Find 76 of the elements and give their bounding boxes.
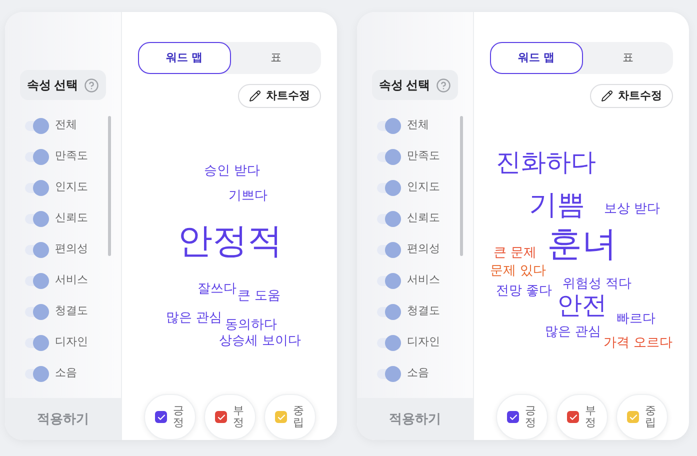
cloud-word[interactable]: 문제 있다 — [490, 264, 546, 276]
cloud-word[interactable]: 기쁘다 — [228, 188, 268, 202]
cloud-word[interactable]: 기쁨 — [529, 191, 585, 219]
pencil-icon — [601, 90, 613, 102]
edit-chart-button[interactable]: 차트수정 — [238, 84, 321, 108]
legend-filter[interactable]: 부정 — [556, 394, 608, 440]
toggle-switch[interactable] — [377, 338, 401, 348]
legend-filter[interactable]: 부정 — [204, 394, 256, 440]
attribute-label: 신뢰도 — [407, 211, 440, 226]
cloud-word[interactable]: 큰 도움 — [238, 288, 280, 302]
cloud-word[interactable]: 승인 받다 — [204, 164, 260, 176]
cloud-word[interactable]: 훈녀 — [547, 226, 617, 262]
legend-filter[interactable]: 긍정 — [144, 394, 196, 440]
cloud-word[interactable]: 많은 관심 — [545, 324, 601, 338]
cloud-word[interactable]: 상승세 보이다 — [219, 334, 301, 346]
toggle-switch[interactable] — [25, 182, 49, 192]
cloud-word[interactable]: 보상 받다 — [604, 202, 660, 214]
legend-filter[interactable]: 중립 — [616, 394, 668, 440]
cloud-word[interactable]: 많은 관심 — [166, 310, 222, 324]
cloud-word[interactable]: 위험성 적다 — [562, 276, 632, 290]
toggle-switch[interactable] — [377, 182, 401, 192]
edit-chart-button[interactable]: 차트수정 — [590, 84, 673, 108]
attribute-label: 서비스 — [407, 273, 440, 288]
toggle-switch[interactable] — [377, 368, 401, 378]
attribute-label: 디자인 — [407, 335, 440, 350]
attribute-header-title: 속성 선택 — [26, 77, 78, 94]
attribute-label: 청결도 — [55, 304, 88, 320]
toggle-switch[interactable] — [377, 306, 401, 316]
attribute-label: 만족도 — [407, 149, 440, 164]
cloud-word[interactable]: 안전 — [557, 294, 607, 318]
cloud-word[interactable]: 잘쓰다 — [198, 282, 236, 294]
toggle-switch[interactable] — [25, 152, 49, 162]
attribute-label: 전체 — [407, 118, 429, 134]
view-tab[interactable]: 워드 맵 — [490, 42, 582, 74]
toggle-switch[interactable] — [25, 214, 49, 224]
cloud-word[interactable]: 진화하다 — [496, 150, 596, 176]
scrollbar[interactable] — [108, 116, 111, 256]
legend-filter[interactable]: 중립 — [264, 394, 316, 440]
attribute-label: 소음 — [407, 366, 429, 382]
toggle-switch[interactable] — [25, 276, 49, 286]
attribute-label: 인지도 — [55, 180, 88, 196]
cloud-word[interactable]: 안정적 — [178, 224, 282, 258]
legend-filter[interactable]: 긍정 — [496, 394, 548, 440]
attribute-label: 서비스 — [55, 273, 88, 288]
toggle-switch[interactable] — [377, 276, 401, 286]
cloud-word[interactable]: 빠르다 — [616, 312, 656, 324]
toggle-switch[interactable] — [377, 120, 401, 130]
attribute-label: 청결도 — [407, 304, 440, 320]
toggle-switch[interactable] — [25, 306, 49, 316]
pencil-icon — [249, 90, 261, 102]
help-icon[interactable] — [84, 78, 100, 92]
toggle-switch[interactable] — [377, 152, 401, 162]
toggle-switch[interactable] — [377, 244, 401, 254]
view-tab[interactable]: 표 — [230, 42, 321, 74]
toggle-switch[interactable] — [25, 244, 49, 254]
help-icon[interactable] — [436, 78, 452, 92]
toggle-switch[interactable] — [377, 214, 401, 224]
cloud-word[interactable]: 큰 문제 — [494, 246, 536, 258]
view-tab[interactable]: 워드 맵 — [138, 42, 230, 74]
attribute-label: 소음 — [55, 366, 77, 382]
toggle-switch[interactable] — [25, 368, 49, 378]
toggle-switch[interactable] — [25, 120, 49, 130]
scrollbar[interactable] — [460, 116, 463, 256]
attribute-label: 인지도 — [407, 180, 440, 196]
attribute-label: 신뢰도 — [55, 211, 88, 226]
cloud-word[interactable]: 전망 좋다 — [496, 284, 552, 296]
attribute-label: 디자인 — [55, 335, 88, 350]
attribute-label: 편의성 — [407, 242, 440, 258]
attribute-label: 전체 — [55, 118, 77, 134]
attribute-header-title: 속성 선택 — [378, 77, 430, 94]
view-tab[interactable]: 표 — [582, 42, 673, 74]
cloud-word[interactable]: 동의하다 — [225, 318, 277, 330]
attribute-label: 만족도 — [55, 149, 88, 164]
toggle-switch[interactable] — [25, 338, 49, 348]
attribute-label: 편의성 — [55, 242, 88, 258]
cloud-word[interactable]: 가격 오르다 — [604, 336, 672, 348]
